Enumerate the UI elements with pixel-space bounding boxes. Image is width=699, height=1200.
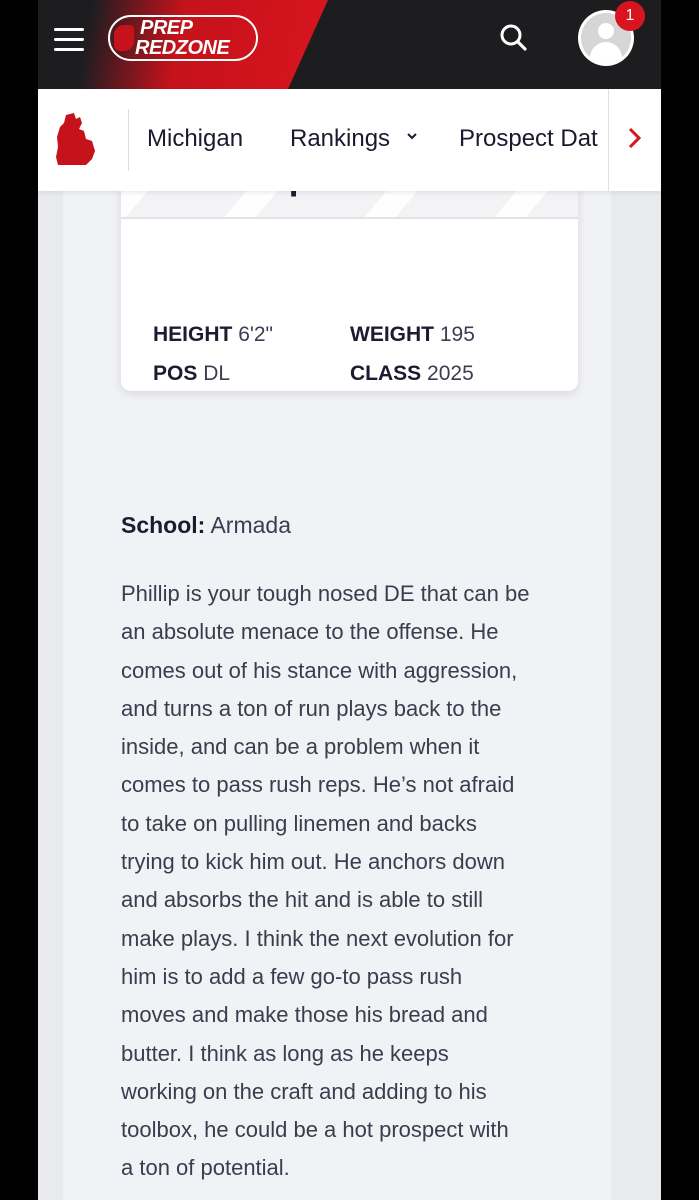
bio-line: and absorbs the hit and is able to still <box>121 887 484 913</box>
school-label: School: <box>121 512 206 538</box>
bio-line: a ton of potential. <box>121 1155 290 1181</box>
logo-text-redzone: REDZONE <box>135 37 230 59</box>
stat-value: 6'2" <box>238 323 274 346</box>
bio-line: comes out of his stance with aggression, <box>121 657 518 683</box>
nav-divider <box>128 109 129 171</box>
stat-position: POS DL <box>153 362 230 386</box>
notification-badge[interactable]: 1 <box>615 1 645 31</box>
menu-icon[interactable] <box>54 25 86 53</box>
top-bar: PREP REDZONE 1 <box>38 0 661 89</box>
bio-line: and turns a ton of run plays back to the <box>121 695 502 721</box>
bio-line: an absolute menace to the offense. He <box>121 619 499 645</box>
bio-line: him is to add a few go-to pass rush <box>121 963 463 989</box>
site-logo[interactable]: PREP REDZONE <box>108 11 260 67</box>
bio-line: moves and make those his bread and <box>121 1002 488 1028</box>
phone-screen: PREP REDZONE 1 Michigan Rankings Prospec… <box>38 0 661 1200</box>
bio-line: toolbox, he could be a hot prospect with <box>121 1117 509 1143</box>
stat-label: WEIGHT <box>350 323 434 346</box>
bio-line: to take on pulling linemen and backs <box>121 810 477 836</box>
helmet-icon <box>114 25 134 51</box>
bio-line: inside, and can be a problem when it <box>121 734 480 760</box>
chevron-down-icon[interactable] <box>405 129 419 148</box>
bio-line: Phillip is your tough nosed DE that can … <box>121 581 530 606</box>
nav-item-prospect-data[interactable]: Prospect Dat <box>459 125 611 153</box>
bio-line: butter. I think as long as he keeps <box>121 1040 449 1066</box>
bio-line: trying to kick him out. He anchors down <box>121 849 505 875</box>
bio-line: comes to pass rush reps. He’s not afraid <box>121 772 515 798</box>
michigan-map-icon[interactable] <box>52 111 102 167</box>
bio-line: make plays. I think the next evolution f… <box>121 925 514 951</box>
school-line: School: Armada <box>121 512 291 539</box>
nav-item-michigan[interactable]: Michigan <box>147 125 243 153</box>
stat-value: 195 <box>439 323 475 346</box>
stat-value: 2025 <box>427 362 474 385</box>
stat-value: DL <box>203 362 231 385</box>
stat-class: CLASS 2025 <box>350 362 474 386</box>
bio-line: working on the craft and adding to his <box>121 1078 487 1104</box>
school-name: Armada <box>210 512 292 538</box>
stat-height: HEIGHT 6'2" <box>153 323 273 347</box>
nav-divider <box>608 89 609 191</box>
stat-label: CLASS <box>350 362 422 385</box>
nav-item-rankings[interactable]: Rankings <box>290 125 390 153</box>
section-nav: Michigan Rankings Prospect Dat <box>38 89 661 191</box>
chevron-right-icon[interactable] <box>624 123 646 153</box>
search-icon[interactable] <box>496 20 532 56</box>
stat-label: HEIGHT <box>153 323 233 346</box>
player-bio: Phillip is your tough nosed DE that can … <box>121 575 591 1188</box>
stat-label: POS <box>153 362 198 385</box>
stat-weight: WEIGHT 195 <box>350 323 475 347</box>
